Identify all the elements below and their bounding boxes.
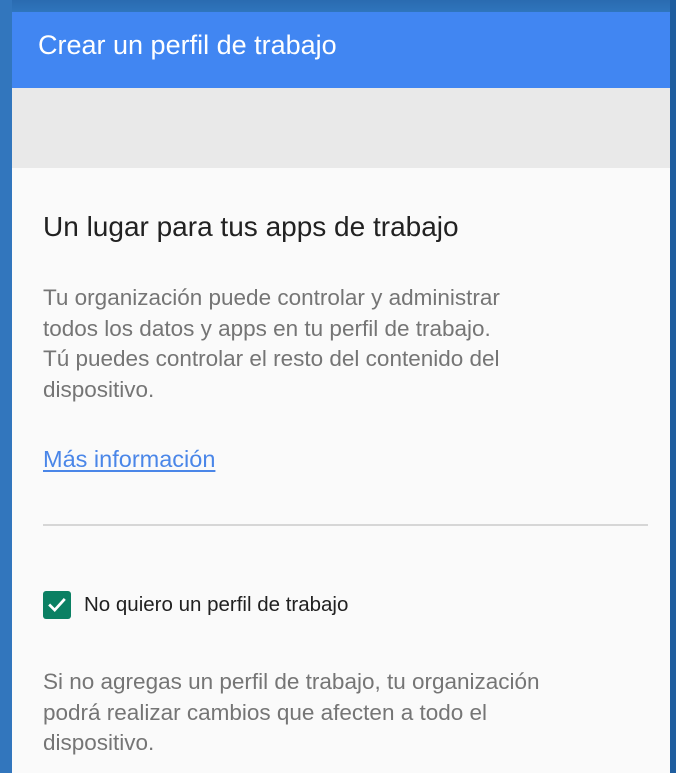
more-info-link[interactable]: Más información [43,444,215,474]
header-banner [12,88,670,168]
opt-out-checkbox[interactable] [43,591,71,619]
opt-out-warning-text: Si no agregas un perfil de trabajo, tu o… [43,667,643,759]
page-heading: Un lugar para tus apps de trabajo [43,211,459,242]
description-text: Tu organización puede controlar y admini… [43,283,623,405]
window-frame-left [0,0,12,773]
description-line: todos los datos y apps en tu perfil de t… [43,315,491,341]
toolbar-title: Crear un perfil de trabajo [38,30,337,60]
work-profile-setup-screen: Crear un perfil de trabajo Un lugar para… [12,12,670,773]
warning-line: podrá realizar cambios que afecten a tod… [43,699,488,725]
divider [43,524,648,526]
check-icon [48,598,66,613]
opt-out-checkbox-row[interactable]: No quiero un perfil de trabajo [43,590,348,620]
warning-line: Si no agregas un perfil de trabajo, tu o… [43,669,540,694]
description-line: dispositivo. [43,376,155,402]
description-line: Tu organización puede controlar y admini… [43,285,500,310]
window-frame-right [670,0,676,773]
app-toolbar: Crear un perfil de trabajo [12,12,670,88]
window-frame-top [0,0,676,12]
opt-out-checkbox-label: No quiero un perfil de trabajo [84,593,349,616]
warning-line: dispositivo. [43,730,155,755]
description-line: Tú puedes controlar el resto del conteni… [43,346,500,371]
